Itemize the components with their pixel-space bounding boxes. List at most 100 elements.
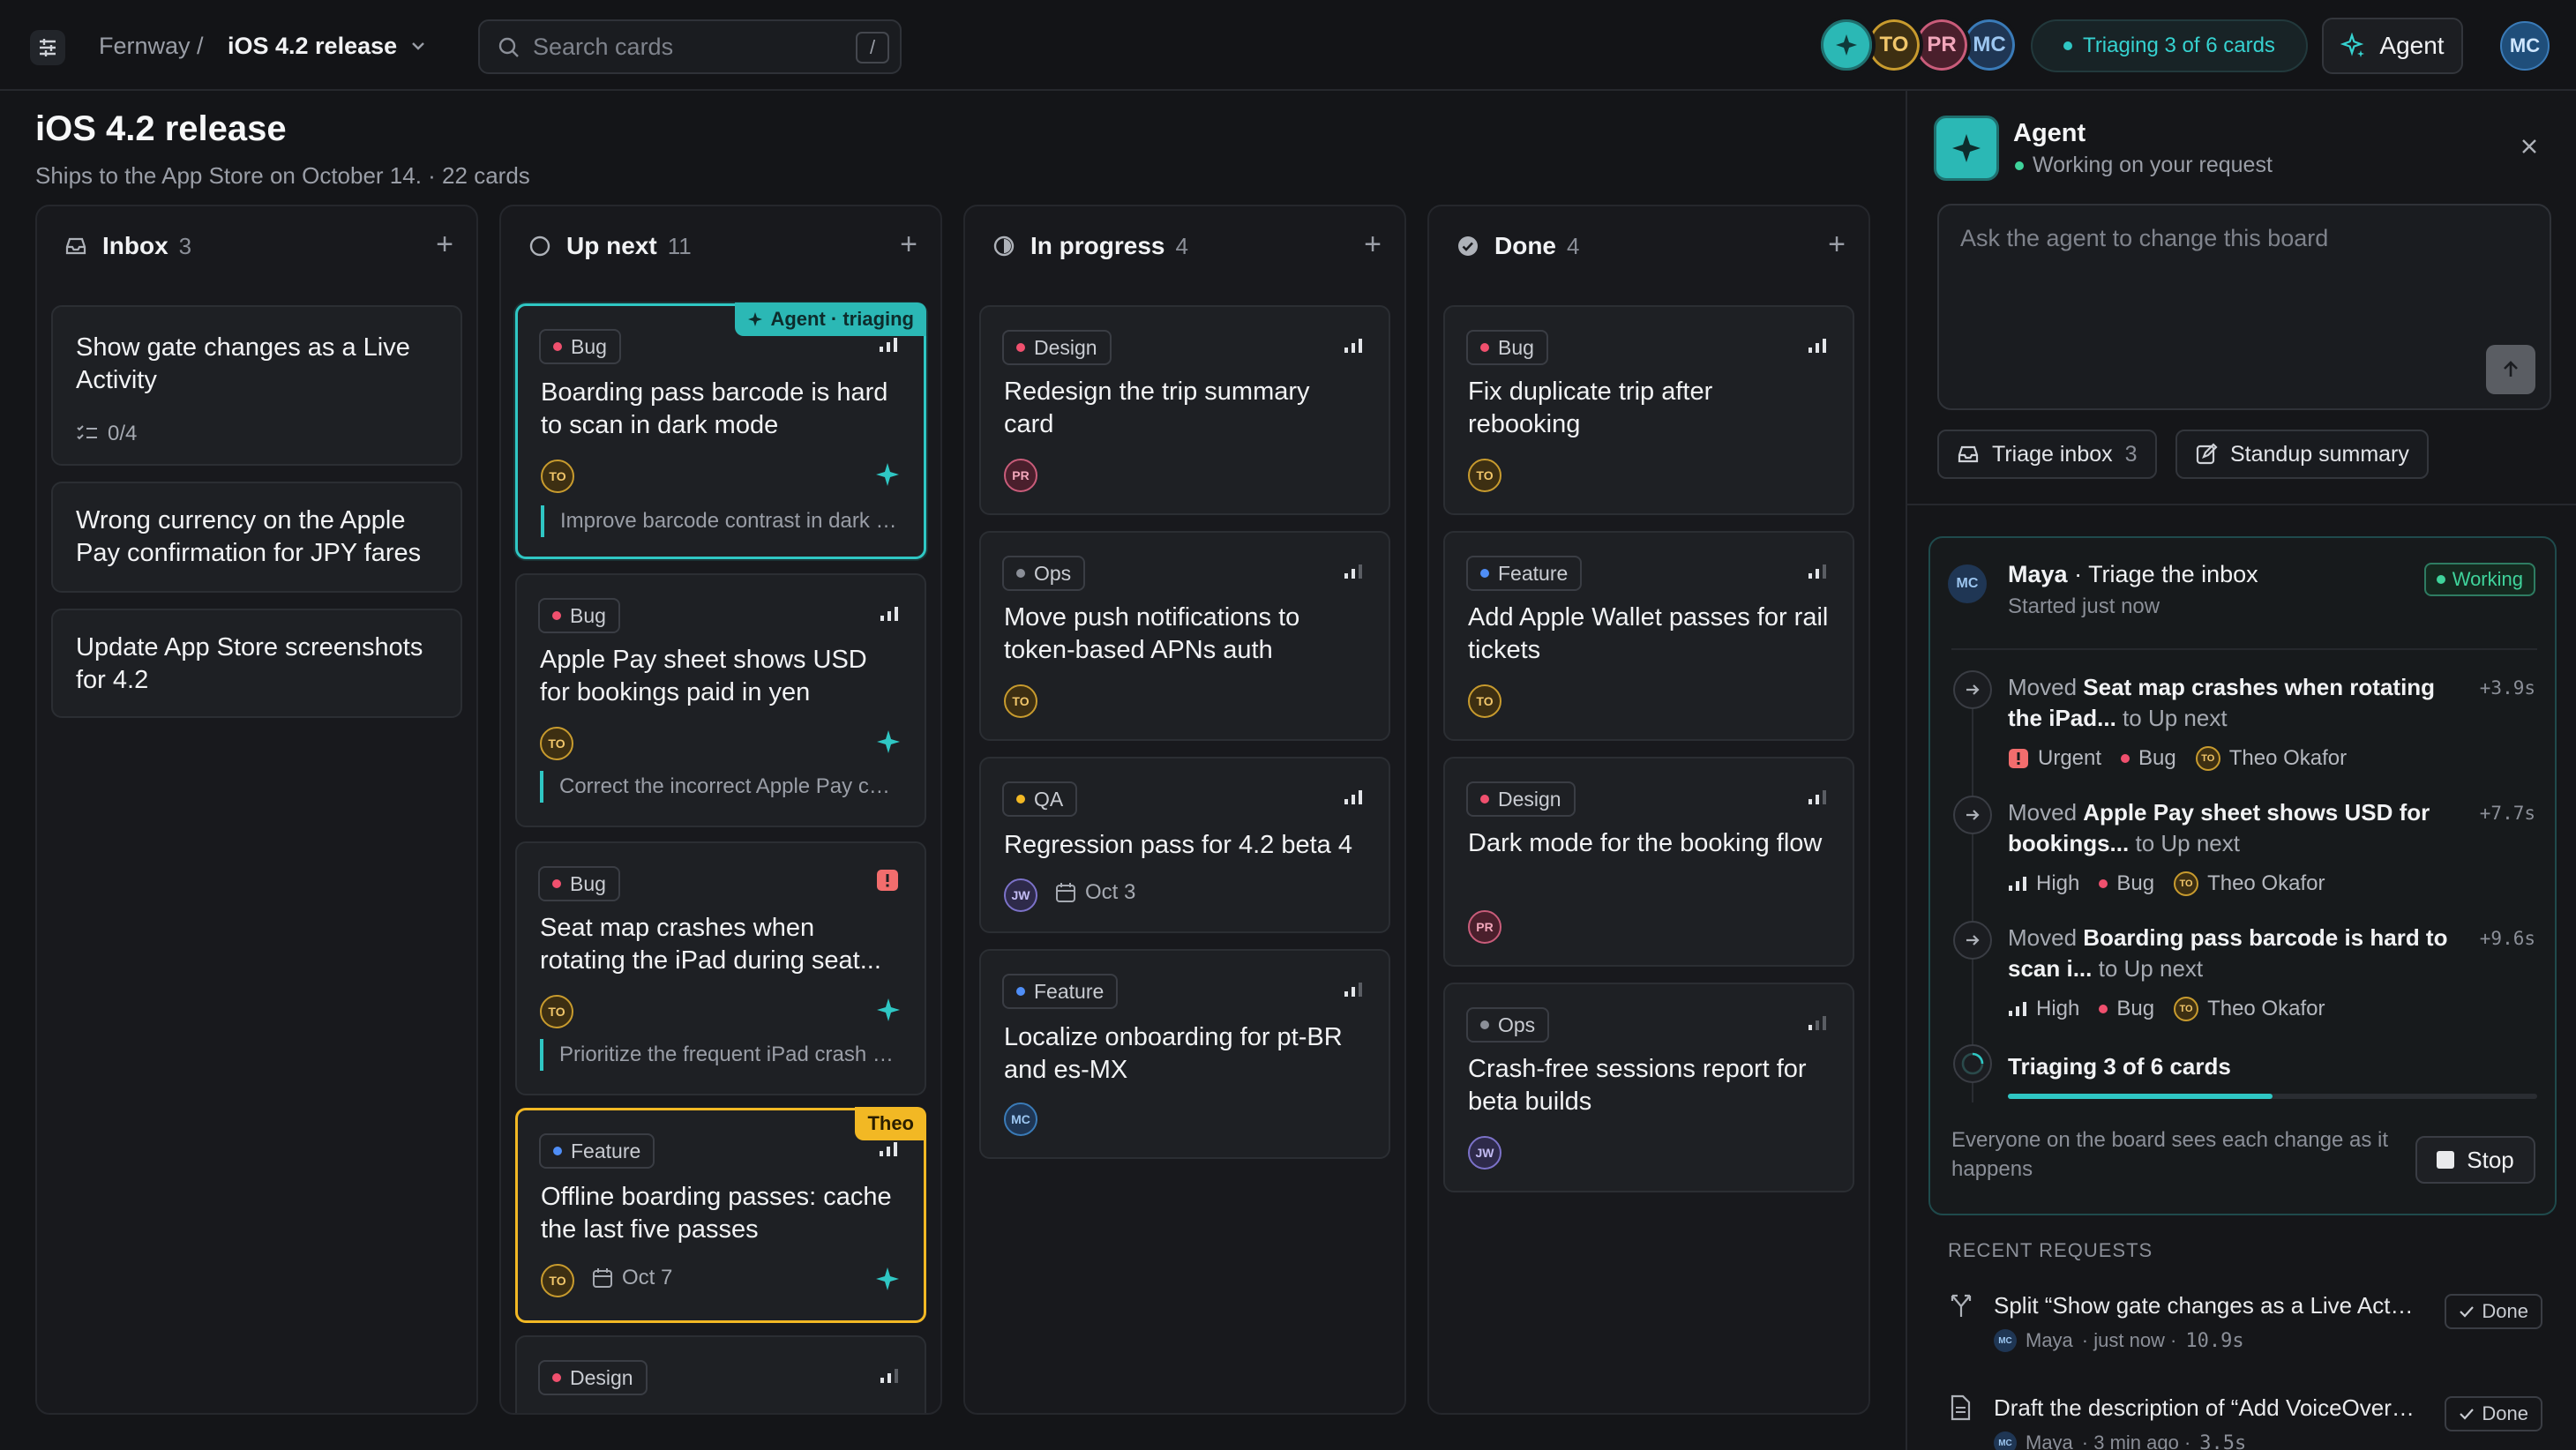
presence-avatars: TO PR MC <box>1817 16 2018 76</box>
column-name: Done <box>1494 232 1556 259</box>
card[interactable]: Bug Fix duplicate trip after rebooking T… <box>1443 305 1854 515</box>
agent-button-label: Agent <box>2379 32 2445 59</box>
done-badge: Done <box>2445 1396 2542 1431</box>
card-tag: Bug <box>1466 330 1548 365</box>
triage-status-pill[interactable]: Triaging 3 of 6 cards <box>2031 19 2308 72</box>
checklist-icon <box>77 425 97 440</box>
close-panel-button[interactable] <box>2520 133 2539 163</box>
card-tag: Bug <box>539 329 621 364</box>
assignee-avatar: TO <box>540 727 573 760</box>
add-card-button[interactable]: + <box>1828 229 1846 259</box>
search-input[interactable]: Search cards <box>533 34 673 61</box>
standup-summary-button[interactable]: Standup summary <box>2175 430 2429 479</box>
calendar-icon <box>593 1268 612 1288</box>
step-meta: High Bug TO Theo Okafor <box>2008 997 2325 1021</box>
recent-request-meta: MC Maya · 3 min ago · 3.5s <box>1994 1431 2246 1450</box>
assignee-avatar: TO <box>541 1264 574 1297</box>
card[interactable]: Feature Add Apple Wallet passes for rail… <box>1443 531 1854 741</box>
card-tag: Feature <box>1466 556 1583 591</box>
card-title: Fix duplicate trip after rebooking <box>1468 377 1713 438</box>
assignee-avatar: TO <box>1468 459 1501 492</box>
stop-button[interactable]: Stop <box>2415 1136 2535 1184</box>
recent-request-title[interactable]: Draft the description of “Add VoiceOver … <box>1994 1394 2417 1422</box>
avatar: MC <box>1994 1431 2017 1450</box>
card[interactable]: Bug Seat map crashes when rotating the i… <box>515 841 926 1095</box>
job-started: Started just now <box>2008 594 2160 618</box>
priority-low-icon <box>1808 1016 1826 1030</box>
add-card-button[interactable]: + <box>436 229 453 259</box>
spinner-icon <box>1953 1044 1992 1083</box>
column-name: Inbox <box>102 232 168 259</box>
priority-high-icon <box>880 1142 897 1156</box>
step-meta: High Bug TO Theo Okafor <box>2008 871 2325 896</box>
add-card-button[interactable]: + <box>900 229 917 259</box>
sparkle-icon <box>748 312 763 326</box>
card[interactable]: Ops Move push notifications to token-bas… <box>979 531 1390 741</box>
priority-high-icon <box>880 338 897 352</box>
card[interactable]: Theo Feature Offline boarding passes: ca… <box>515 1107 926 1323</box>
progress-label: Triaging 3 of 6 cards <box>2008 1053 2231 1080</box>
card[interactable]: Wrong currency on the Apple Pay confirma… <box>51 482 462 593</box>
recent-request-title[interactable]: Split “Show gate changes as a Live Activ… <box>1994 1292 2417 1319</box>
column-in-progress: In progress 4 + Design Redesign the trip… <box>963 205 1406 1415</box>
send-button[interactable] <box>2486 345 2535 394</box>
triage-status-text: Triaging 3 of 6 cards <box>2083 34 2275 57</box>
ai-sparkle-icon <box>877 998 900 1021</box>
inbox-icon <box>1958 445 1979 463</box>
card[interactable]: Design Redesign the trip summary card PR <box>979 305 1390 515</box>
app-logo-button[interactable] <box>30 30 65 65</box>
column-count: 11 <box>667 232 692 259</box>
arrow-right-icon <box>1953 670 1992 709</box>
prompt-placeholder: Ask the agent to change this board <box>1960 225 2329 251</box>
editing-user-badge: Theo <box>855 1107 926 1140</box>
card[interactable]: Show gate changes as a Live Activity 0/4 <box>51 305 462 466</box>
agent-button[interactable]: Agent <box>2322 18 2463 74</box>
triage-inbox-button[interactable]: Triage inbox 3 <box>1937 430 2157 479</box>
card[interactable]: Bug Apple Pay sheet shows USD for bookin… <box>515 573 926 827</box>
edit-note-icon <box>2196 443 2218 465</box>
card[interactable]: Design Dark mode for the booking flow PR <box>1443 757 1854 967</box>
column-count: 3 <box>178 232 192 259</box>
add-card-button[interactable]: + <box>1364 229 1382 259</box>
split-icon <box>1951 1294 1972 1317</box>
card-tag: Design <box>1466 781 1576 817</box>
done-badge: Done <box>2445 1294 2542 1329</box>
active-job-card: MC Maya · Triage the inbox Started just … <box>1928 536 2557 1215</box>
card-title: Offline boarding passes: cache the last … <box>541 1183 892 1244</box>
column-header: Done 4 + <box>1429 206 1868 286</box>
checklist-progress: 0/4 <box>108 422 138 445</box>
check-icon <box>2460 1306 2475 1318</box>
agent-panel-title: Agent <box>2013 119 2086 147</box>
priority-medium-icon <box>1808 564 1826 579</box>
card-tag: Bug <box>538 598 620 633</box>
top-bar: Fernway / iOS 4.2 release Search cards /… <box>0 0 2576 91</box>
status-badge: Working <box>2423 563 2535 596</box>
card[interactable]: Ops Crash-free sessions report for beta … <box>1443 983 1854 1192</box>
card[interactable]: Feature Localize onboarding for pt-BR an… <box>979 949 1390 1159</box>
card[interactable]: Design Add VoiceOver labels to the seat … <box>515 1335 926 1413</box>
agent-prompt-input[interactable]: Ask the agent to change this board <box>1937 204 2551 410</box>
column-up-next: Up next 11 + Agent · triaging Bug Boardi… <box>499 205 942 1415</box>
priority-urgent-icon <box>877 870 898 891</box>
inbox-icon <box>64 234 88 258</box>
column-header: Inbox 3 + <box>37 206 476 286</box>
assignee-avatar: MC <box>1004 1102 1037 1136</box>
agent-presence-avatar[interactable] <box>1817 16 1876 74</box>
search-box[interactable]: Search cards / <box>478 19 902 74</box>
card[interactable]: QA Regression pass for 4.2 beta 4 JW Oct… <box>979 757 1390 933</box>
status-dot-icon <box>2063 41 2073 50</box>
card-title: Move push notifications to token-based A… <box>1004 603 1300 664</box>
breadcrumb-board[interactable]: iOS 4.2 release <box>228 30 427 62</box>
arrow-right-icon <box>1953 921 1992 960</box>
current-user-avatar[interactable]: MC <box>2500 21 2550 71</box>
agent-panel: Agent Working on your request Ask the ag… <box>1906 91 2576 1450</box>
card[interactable]: Update App Store screenshots for 4.2 <box>51 609 462 718</box>
timeline-step: Moved Boarding pass barcode is hard to s… <box>2008 924 2448 982</box>
step-time: +3.9s <box>2479 677 2535 699</box>
page-title: iOS 4.2 release <box>35 109 287 148</box>
card[interactable]: Agent · triaging Bug Boarding pass barco… <box>515 303 926 559</box>
column-done: Done 4 + Bug Fix duplicate trip after re… <box>1427 205 1870 1415</box>
breadcrumb-workspace[interactable]: Fernway / <box>99 30 204 62</box>
priority-high-icon <box>1808 339 1826 353</box>
card-tag: Ops <box>1002 556 1086 591</box>
